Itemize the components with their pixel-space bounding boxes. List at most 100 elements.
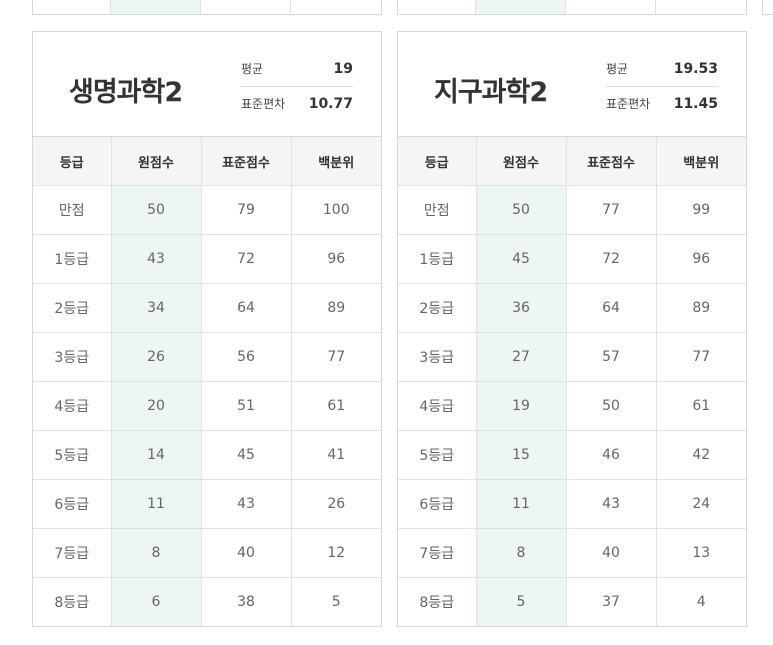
percentile-cell: 24	[656, 479, 746, 529]
raw-score-cell: 19	[476, 381, 567, 431]
standard-score-cell: 43	[201, 479, 292, 529]
std-dev-label: 표준편차	[606, 97, 651, 111]
standard-score-cell: 56	[201, 332, 292, 382]
raw-score-cell: 26	[111, 332, 202, 382]
average-value: 19	[333, 61, 353, 77]
grade-cell: 8등급	[398, 577, 477, 626]
previous-table-bottom-edge	[762, 0, 773, 15]
average-label: 평균	[606, 62, 629, 76]
standard-score-cell: 40	[566, 528, 657, 578]
raw-score-cell: 34	[111, 283, 202, 333]
percentile-cell: 61	[291, 381, 381, 431]
raw-score-cell: 36	[476, 283, 567, 333]
standard-score-cell: 51	[201, 381, 292, 431]
raw-score-cell: 20	[111, 381, 202, 431]
grade-cell: 3등급	[33, 332, 112, 382]
subject-title: 생명과학2	[69, 77, 183, 108]
std-dev-value: 10.77	[308, 96, 353, 112]
percentile-cell: 89	[656, 283, 746, 333]
raw-score-cell: 8	[476, 528, 567, 578]
percentile-cell: 96	[291, 234, 381, 284]
table-header-row: 등급 원점수 표준점수 백분위	[33, 137, 381, 186]
std-dev-value: 11.45	[673, 96, 718, 112]
grade-cell: 5등급	[33, 430, 112, 480]
table-header-row: 등급 원점수 표준점수 백분위	[398, 137, 746, 186]
raw-score-cell: 14	[111, 430, 202, 480]
average-row: 평균 19.53	[606, 52, 718, 87]
table-row: 만점 50 79 100	[33, 185, 381, 235]
raw-score-cell: 6	[111, 577, 202, 626]
grade-cell: 7등급	[33, 528, 112, 578]
percentile-cell: 77	[291, 332, 381, 382]
standard-score-cell: 57	[566, 332, 657, 382]
standard-score-cell: 64	[566, 283, 657, 333]
standard-score-cell: 50	[566, 381, 657, 431]
table-row: 6등급 11 43 26	[33, 479, 381, 529]
grade-cell: 3등급	[398, 332, 477, 382]
grade-cell: 6등급	[398, 479, 477, 529]
raw-score-cell: 8	[111, 528, 202, 578]
header-standard-score: 표준점수	[201, 137, 292, 186]
percentile-cell: 89	[291, 283, 381, 333]
table-row: 4등급 20 51 61	[33, 381, 381, 431]
grade-table: 등급 원점수 표준점수 백분위 만점 50 77 99 1등급 45 72 96 2등급 36 64…	[398, 137, 746, 626]
percentile-cell: 99	[656, 185, 746, 235]
subject-card-earth-science2: 지구과학2 평균 19.53 표준편차 11.45 등급 원점수 표준점수 백분…	[397, 31, 747, 627]
grade-cell: 4등급	[33, 381, 112, 431]
header-grade: 등급	[33, 137, 112, 186]
percentile-cell: 42	[656, 430, 746, 480]
table-row: 1등급 45 72 96	[398, 234, 746, 284]
standard-score-cell: 72	[566, 234, 657, 284]
percentile-cell: 100	[291, 185, 381, 235]
grade-cell: 5등급	[398, 430, 477, 480]
table-row: 3등급 26 56 77	[33, 332, 381, 382]
std-dev-label: 표준편차	[241, 97, 286, 111]
card-header: 생명과학2 평균 19 표준편차 10.77	[33, 32, 381, 137]
percentile-cell: 77	[656, 332, 746, 382]
percentile-cell: 26	[291, 479, 381, 529]
standard-score-cell: 77	[566, 185, 657, 235]
raw-score-cell: 50	[111, 185, 202, 235]
percentile-cell: 12	[291, 528, 381, 578]
std-dev-row: 표준편차 11.45	[606, 87, 718, 121]
previous-table-bottom-right	[397, 0, 747, 15]
standard-score-cell: 38	[201, 577, 292, 626]
standard-score-cell: 72	[201, 234, 292, 284]
average-value: 19.53	[673, 61, 718, 77]
header-grade: 등급	[398, 137, 477, 186]
table-row: 5등급 15 46 42	[398, 430, 746, 480]
subject-card-biology2: 생명과학2 평균 19 표준편차 10.77 등급 원점수 표준점수 백분위 만…	[32, 31, 382, 627]
table-row: 1등급 43 72 96	[33, 234, 381, 284]
table-row: 2등급 36 64 89	[398, 283, 746, 333]
percentile-cell: 96	[656, 234, 746, 284]
percentile-cell: 5	[331, 594, 341, 610]
percentile-cell: 4	[696, 594, 706, 610]
grade-cell: 7등급	[398, 528, 477, 578]
previous-table-bottom-left	[32, 0, 382, 15]
grade-cell: 만점	[398, 185, 477, 235]
page: 생명과학2 평균 19 표준편차 10.77 등급 원점수 표준점수 백분위 만…	[0, 0, 773, 645]
raw-score-cell: 5	[476, 577, 567, 626]
table-row: 7등급 8 40 13	[398, 528, 746, 578]
header-percentile: 백분위	[291, 137, 381, 186]
raw-score-cell: 27	[476, 332, 567, 382]
raw-score-cell: 15	[476, 430, 567, 480]
standard-score-cell: 64	[201, 283, 292, 333]
raw-score-cell: 11	[111, 479, 202, 529]
table-row: 7등급 8 40 12	[33, 528, 381, 578]
standard-score-cell: 37	[566, 577, 657, 626]
grade-table: 등급 원점수 표준점수 백분위 만점 50 79 100 1등급 43 72 96 2등급 34 6…	[33, 137, 381, 626]
raw-score-cell: 45	[476, 234, 567, 284]
table-row: 만점 50 77 99	[398, 185, 746, 235]
table-row: 8등급 6 38 5	[33, 577, 381, 626]
grade-cell: 6등급	[33, 479, 112, 529]
raw-score-cell: 11	[476, 479, 567, 529]
percentile-cell: 13	[656, 528, 746, 578]
header-raw-score: 원점수	[111, 137, 202, 186]
standard-score-cell: 79	[201, 185, 292, 235]
standard-score-cell: 46	[566, 430, 657, 480]
average-row: 평균 19	[241, 52, 353, 87]
table-row: 8등급 5 37 4	[398, 577, 746, 626]
raw-score-cell: 50	[476, 185, 567, 235]
percentile-cell: 41	[291, 430, 381, 480]
